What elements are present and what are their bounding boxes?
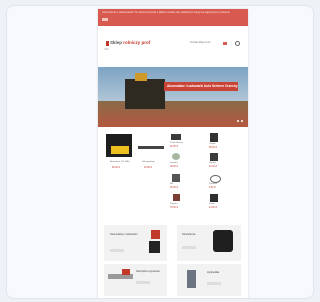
- site-logo[interactable]: Sklep rolniczy prof: [110, 40, 150, 45]
- cookie-message: Ostrzeżenie o ciasteczkach: Ta strona ko…: [102, 11, 230, 14]
- promo-image: [187, 270, 196, 288]
- logo-tagline: ASK: [104, 48, 109, 51]
- product-price: 89,00 zł: [112, 167, 121, 169]
- product-name[interactable]: Akumulator 12V 44Ah: [110, 161, 129, 163]
- product-name[interactable]: Złączka: [209, 162, 216, 164]
- search-icon[interactable]: [235, 41, 240, 46]
- product-label: [111, 146, 129, 154]
- promo-image: [151, 230, 160, 239]
- product-image[interactable]: [210, 194, 218, 202]
- cart-icon[interactable]: [223, 42, 227, 45]
- promo-title: Akumulatory i ładowarki: [110, 233, 138, 236]
- product-image[interactable]: [172, 174, 180, 182]
- promo-button[interactable]: [207, 282, 221, 285]
- product-price: 58,00 zł: [209, 147, 218, 149]
- promo-box[interactable]: Oświetlenie: [177, 225, 241, 261]
- product-image[interactable]: [171, 134, 181, 140]
- product-name[interactable]: Czujnik: [209, 143, 216, 145]
- promo-box[interactable]: Hydraulika: [177, 264, 241, 296]
- hero-machine: [125, 79, 165, 109]
- product-price: 44,00 zł: [209, 207, 218, 209]
- cookie-bar: Ostrzeżenie o ciasteczkach: Ta strona ko…: [98, 9, 248, 26]
- product-price: 72,00 zł: [170, 207, 179, 209]
- hero-banner-text: Akumulator i Ładowarki Auto Srebrne Orze…: [167, 84, 238, 88]
- product-image[interactable]: [210, 175, 221, 183]
- product-price: 29,99 zł: [144, 167, 153, 169]
- product-name[interactable]: Pierścień: [209, 183, 217, 185]
- product-name[interactable]: Pasek klinowy: [170, 142, 183, 144]
- promo-image: [149, 241, 160, 253]
- product-image[interactable]: [138, 146, 164, 149]
- promo-title: Hydraulika: [207, 271, 220, 274]
- hero-machine-top: [135, 73, 147, 81]
- logo-part1: Sklep: [110, 40, 124, 45]
- promo-image: [122, 269, 130, 275]
- promo-button[interactable]: [136, 281, 150, 284]
- promo-box[interactable]: Narzędzia ogrodowe: [104, 264, 167, 296]
- product-image[interactable]: [210, 153, 218, 161]
- promo-box[interactable]: Akumulatory i ładowarki: [104, 225, 167, 261]
- slider-dot[interactable]: [237, 120, 239, 122]
- header-links[interactable]: Kontakt Moje konto: [190, 41, 210, 44]
- page-preview[interactable]: Ostrzeżenie o ciasteczkach: Ta strona ko…: [98, 9, 248, 299]
- promo-title: Narzędzia ogrodowe: [136, 270, 160, 273]
- product-image[interactable]: [173, 194, 180, 201]
- promo-title: Oświetlenie: [182, 233, 196, 236]
- hero-ground: [98, 101, 248, 127]
- promo-button[interactable]: [110, 249, 124, 252]
- product-price: 12,00 zł: [209, 166, 218, 168]
- product-name[interactable]: Filtr: [170, 183, 173, 185]
- product-name[interactable]: Nóż ogrodowy: [142, 161, 155, 163]
- product-price: 39,00 zł: [170, 166, 179, 168]
- product-price: 25,00 zł: [170, 187, 179, 189]
- product-image[interactable]: [172, 153, 180, 160]
- slider-dot[interactable]: [241, 120, 243, 122]
- logo-part3: prof: [140, 40, 151, 45]
- product-name[interactable]: Łożysko: [170, 162, 177, 164]
- promo-image: [213, 230, 233, 252]
- cookie-ok-button[interactable]: [102, 18, 108, 21]
- hero-banner[interactable]: Akumulator i Ładowarki Auto Srebrne Orze…: [164, 82, 238, 91]
- product-image[interactable]: [210, 133, 218, 142]
- logo-part2: rolniczy: [123, 40, 141, 45]
- logo-icon: [106, 41, 109, 46]
- site-header: Sklep rolniczy prof ASK Kontakt Moje kon…: [98, 26, 248, 56]
- product-price: 49,00 zł: [170, 146, 179, 148]
- hero-slider[interactable]: Akumulator i Ładowarki Auto Srebrne Orze…: [98, 67, 248, 127]
- promo-button[interactable]: [182, 246, 196, 249]
- product-name[interactable]: Zawór: [209, 203, 215, 205]
- product-price: 9,00 zł: [209, 187, 216, 189]
- site-footer: [98, 298, 248, 299]
- preview-card: Ostrzeżenie o ciasteczkach: Ta strona ko…: [6, 5, 314, 299]
- product-name[interactable]: Pompka: [170, 203, 177, 205]
